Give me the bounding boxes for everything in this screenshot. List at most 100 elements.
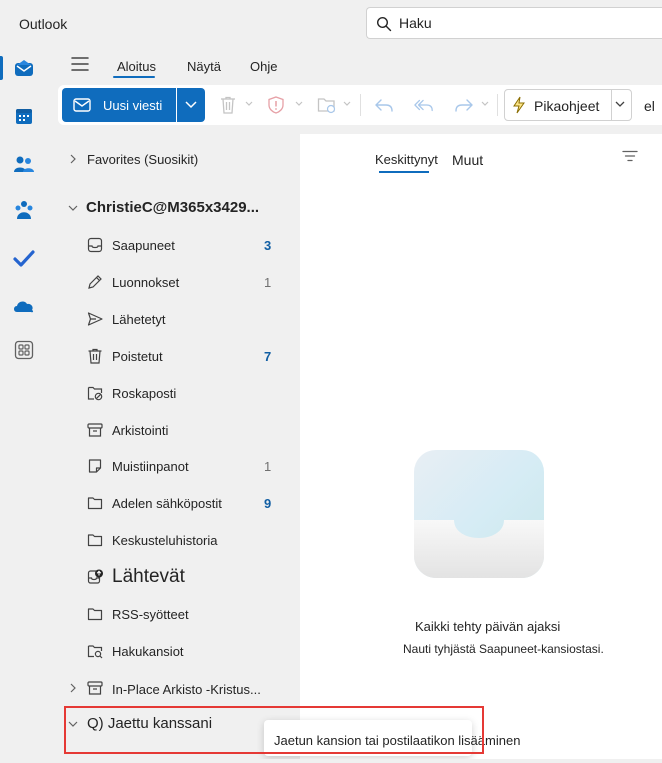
folder-item[interactable]: RSS-syötteet (48, 600, 300, 628)
chevron-down-icon (68, 205, 78, 211)
search-input[interactable] (399, 14, 639, 32)
folder-icon (87, 534, 103, 547)
archive-icon (87, 681, 103, 695)
chevron-down-icon[interactable] (615, 100, 625, 108)
tab-aloitus[interactable]: Aloitus (117, 59, 156, 74)
folder-label: Lähetetyt (112, 312, 166, 327)
chevron-right-icon (70, 154, 76, 164)
forward-icon[interactable] (454, 95, 474, 115)
filter-icon[interactable] (622, 150, 638, 162)
folder-label: Lähtevät (112, 566, 185, 587)
folder-item[interactable]: Hakukansiot (48, 637, 300, 665)
folder-unread-count: 9 (264, 496, 272, 511)
chevron-down-icon[interactable] (295, 100, 303, 108)
archive-node[interactable]: In-Place Arkisto -Kristus... (48, 676, 300, 704)
folder-item[interactable]: Lähetetyt (48, 305, 300, 333)
inbox-icon (87, 237, 103, 253)
folder-unread-count: 7 (264, 349, 272, 364)
apps-icon[interactable] (8, 334, 40, 366)
empty-state-title: Kaikki tehty päivän ajaksi (415, 619, 561, 634)
bottom-edge (0, 759, 662, 763)
folder-item[interactable]: Roskaposti (48, 379, 300, 407)
folder-item[interactable]: Muistiinpanot 1 (48, 452, 300, 480)
search-folder-icon (87, 645, 103, 659)
tab-ohje[interactable]: Ohje (250, 59, 277, 74)
favorites-label: Favorites (Suosikit) (87, 152, 199, 167)
folder-label: Hakukansiot (112, 644, 184, 659)
chevron-down-icon (185, 101, 197, 109)
folder-label: RSS-syötteet (112, 607, 189, 622)
folder-unread-count: 1 (264, 459, 272, 474)
envelope-icon (73, 98, 91, 112)
search-icon (376, 16, 392, 32)
folder-label: Poistetut (112, 349, 163, 364)
delete-icon[interactable] (218, 95, 238, 115)
new-mail-button[interactable]: Uusi viesti (62, 88, 176, 122)
folder-label: Arkistointi (112, 423, 169, 438)
report-icon[interactable] (266, 95, 286, 115)
calendar-icon[interactable] (8, 100, 40, 132)
favorites-node[interactable]: Favorites (Suosikit) (48, 145, 300, 173)
reply-all-icon[interactable] (414, 95, 434, 115)
empty-inbox-illustration (414, 450, 544, 578)
mail-icon[interactable] (8, 52, 40, 84)
rail-active-indicator (0, 56, 3, 80)
app-title: Outlook (19, 16, 68, 32)
folder-item[interactable]: Luonnokset 1 (48, 268, 300, 296)
tab-focused[interactable]: Keskittynyt (375, 152, 438, 167)
new-mail-label: Uusi viesti (103, 98, 163, 113)
folder-label: Muistiinpanot (112, 459, 189, 474)
account-node[interactable]: ChristieC@M365x3429... (48, 194, 300, 222)
move-to-folder-icon[interactable] (317, 95, 337, 115)
quick-steps-label: Pikaohjeet (534, 98, 600, 114)
account-label: ChristieC@M365x3429... (86, 199, 260, 216)
tab-nayta[interactable]: Näytä (187, 59, 221, 74)
search-box[interactable] (366, 7, 662, 39)
folder-item[interactable]: Lähtevät (48, 563, 300, 591)
archive-icon (87, 423, 103, 437)
folder-icon (87, 497, 103, 510)
folder-label: Keskusteluhistoria (112, 533, 218, 548)
hamburger-menu-icon[interactable] (70, 56, 90, 72)
highlight-box (64, 706, 484, 754)
folder-label: Luonnokset (112, 275, 180, 290)
folder-item[interactable]: Poistetut 7 (48, 342, 300, 370)
folder-pane (48, 134, 300, 763)
chevron-down-icon[interactable] (481, 100, 489, 108)
tab-other[interactable]: Muut (452, 152, 483, 168)
todo-icon[interactable] (8, 242, 40, 274)
folder-label: Roskaposti (112, 386, 177, 401)
folder-unread-count: 1 (264, 275, 272, 290)
empty-state-subtitle: Nauti tyhjästä Saapuneet-kansiostasi. (403, 642, 604, 656)
chevron-down-icon[interactable] (343, 100, 351, 108)
archive-label: In-Place Arkisto -Kristus... (112, 682, 261, 697)
folder-item[interactable]: Adelen sähköpostit 9 (48, 489, 300, 517)
people-icon[interactable] (8, 148, 40, 180)
reply-icon[interactable] (374, 95, 394, 115)
folder-item[interactable]: Keskusteluhistoria (48, 526, 300, 554)
groups-icon[interactable] (8, 194, 40, 226)
chevron-down-icon[interactable] (245, 100, 253, 108)
split-divider (611, 89, 612, 121)
onedrive-icon[interactable] (8, 290, 40, 322)
chevron-right-icon (70, 683, 76, 693)
folder-label: Adelen sähköpostit (112, 496, 222, 511)
outbox-icon (87, 569, 103, 584)
sent-icon (87, 312, 103, 326)
folder-item[interactable]: Arkistointi (48, 416, 300, 444)
folder-label: Saapuneet (112, 238, 175, 253)
folder-item[interactable]: Saapuneet 3 (48, 231, 300, 259)
overflow-label[interactable]: el (644, 98, 655, 114)
junk-icon (87, 386, 103, 401)
lightning-icon (513, 96, 525, 114)
focused-tab-indicator (379, 171, 429, 173)
active-tab-indicator (113, 76, 155, 78)
new-mail-dropdown[interactable] (177, 88, 205, 122)
trash-icon (88, 348, 102, 364)
toolbar-divider (360, 94, 361, 116)
folder-icon (87, 608, 103, 621)
drafts-icon (88, 275, 102, 289)
folder-unread-count: 3 (264, 238, 272, 253)
notes-icon (88, 459, 102, 473)
toolbar-divider (497, 94, 498, 116)
